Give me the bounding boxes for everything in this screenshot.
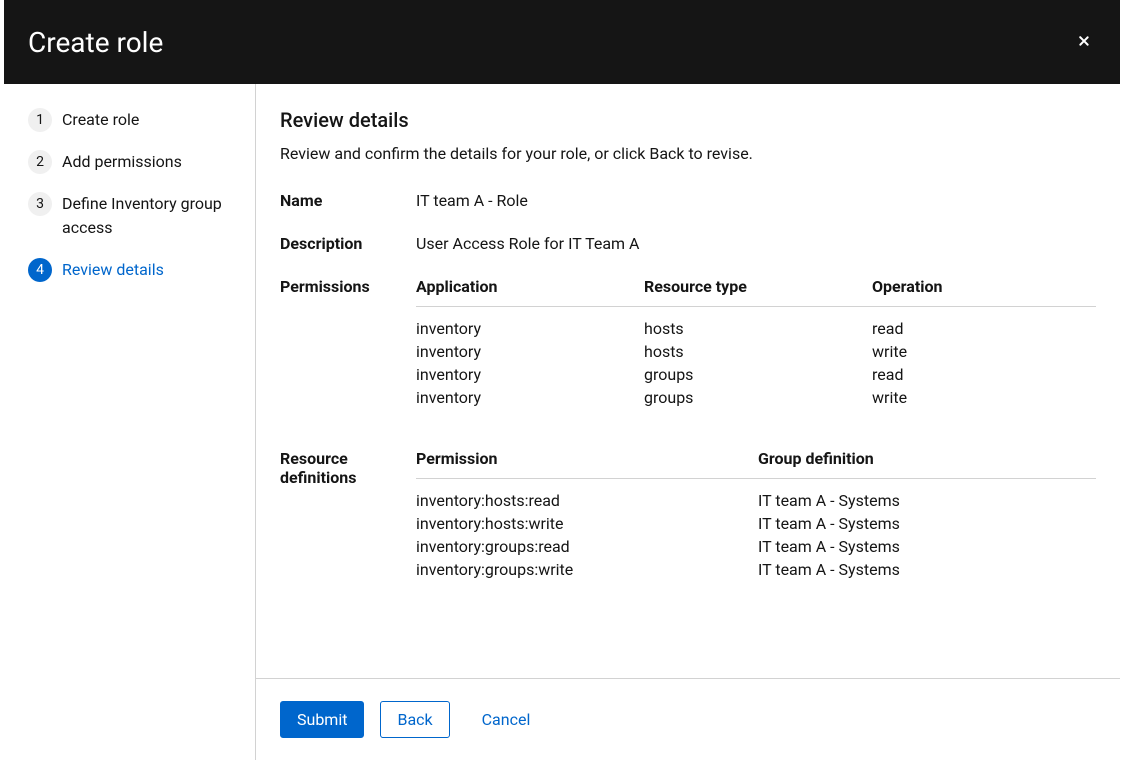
col-resource-type: Resource type (644, 277, 872, 296)
step-label: Create role (62, 108, 139, 132)
modal-header: Create role (4, 0, 1120, 84)
step-label: Review details (62, 258, 164, 282)
detail-label: Resource definitions (280, 449, 416, 581)
cell-permission: inventory:hosts:write (416, 514, 758, 533)
detail-label: Description (280, 234, 416, 253)
cell-resource-type: groups (644, 388, 872, 407)
detail-row-permissions: Permissions Application Resource type Op… (280, 277, 1096, 409)
detail-value-name: IT team A - Role (416, 191, 528, 210)
table-row: inventory:groups:read IT team A - System… (416, 535, 1096, 558)
content-scroll: Review details Review and confirm the de… (256, 84, 1120, 678)
detail-row-description: Description User Access Role for IT Team… (280, 234, 1096, 253)
modal: Create role 1 Create role 2 Add permissi… (4, 0, 1120, 760)
cell-group: IT team A - Systems (758, 560, 1096, 579)
cell-application: inventory (416, 319, 644, 338)
cell-operation: write (872, 388, 1096, 407)
modal-title: Create role (28, 26, 163, 59)
step-review-details[interactable]: 4 Review details (28, 258, 231, 282)
modal-body: 1 Create role 2 Add permissions 3 Define… (4, 84, 1120, 760)
cell-group: IT team A - Systems (758, 514, 1096, 533)
step-label: Define Inventory group access (62, 192, 231, 240)
cell-application: inventory (416, 342, 644, 361)
table-row: inventory hosts read (416, 317, 1096, 340)
cell-resource-type: hosts (644, 342, 872, 361)
step-number: 2 (28, 150, 52, 174)
col-group-definition: Group definition (758, 449, 1096, 468)
cell-permission: inventory:groups:read (416, 537, 758, 556)
page-subtitle: Review and confirm the details for your … (280, 144, 1096, 163)
col-operation: Operation (872, 277, 1096, 296)
step-define-inventory-group-access[interactable]: 3 Define Inventory group access (28, 192, 231, 240)
cell-group: IT team A - Systems (758, 537, 1096, 556)
close-icon[interactable] (1072, 26, 1096, 58)
detail-row-resource-definitions: Resource definitions Permission Group de… (280, 449, 1096, 581)
table-row: inventory:hosts:read IT team A - Systems (416, 489, 1096, 512)
cell-operation: read (872, 319, 1096, 338)
col-permission: Permission (416, 449, 758, 468)
submit-button[interactable]: Submit (280, 701, 364, 738)
wizard-sidebar: 1 Create role 2 Add permissions 3 Define… (4, 84, 256, 760)
cell-resource-type: hosts (644, 319, 872, 338)
table-row: inventory hosts write (416, 340, 1096, 363)
page-title: Review details (280, 108, 1096, 132)
cancel-button[interactable]: Cancel (466, 702, 547, 737)
detail-row-name: Name IT team A - Role (280, 191, 1096, 210)
step-create-role[interactable]: 1 Create role (28, 108, 231, 132)
back-button[interactable]: Back (380, 701, 449, 738)
resdef-header: Permission Group definition (416, 449, 1096, 479)
table-row: inventory:groups:write IT team A - Syste… (416, 558, 1096, 581)
step-number: 4 (28, 258, 52, 282)
step-add-permissions[interactable]: 2 Add permissions (28, 150, 231, 174)
resource-definitions-table: Permission Group definition inventory:ho… (416, 449, 1096, 581)
step-number: 1 (28, 108, 52, 132)
cell-application: inventory (416, 365, 644, 384)
table-row: inventory groups write (416, 386, 1096, 409)
detail-label: Name (280, 191, 416, 210)
detail-label: Permissions (280, 277, 416, 409)
cell-operation: write (872, 342, 1096, 361)
cell-application: inventory (416, 388, 644, 407)
cell-permission: inventory:hosts:read (416, 491, 758, 510)
cell-resource-type: groups (644, 365, 872, 384)
step-label: Add permissions (62, 150, 182, 174)
cell-permission: inventory:groups:write (416, 560, 758, 579)
detail-value-description: User Access Role for IT Team A (416, 234, 639, 253)
permissions-table: Application Resource type Operation inve… (416, 277, 1096, 409)
table-row: inventory groups read (416, 363, 1096, 386)
step-number: 3 (28, 192, 52, 216)
wizard-footer: Submit Back Cancel (256, 678, 1120, 760)
permissions-header: Application Resource type Operation (416, 277, 1096, 307)
table-row: inventory:hosts:write IT team A - System… (416, 512, 1096, 535)
main-content: Review details Review and confirm the de… (256, 84, 1120, 760)
col-application: Application (416, 277, 644, 296)
cell-group: IT team A - Systems (758, 491, 1096, 510)
cell-operation: read (872, 365, 1096, 384)
